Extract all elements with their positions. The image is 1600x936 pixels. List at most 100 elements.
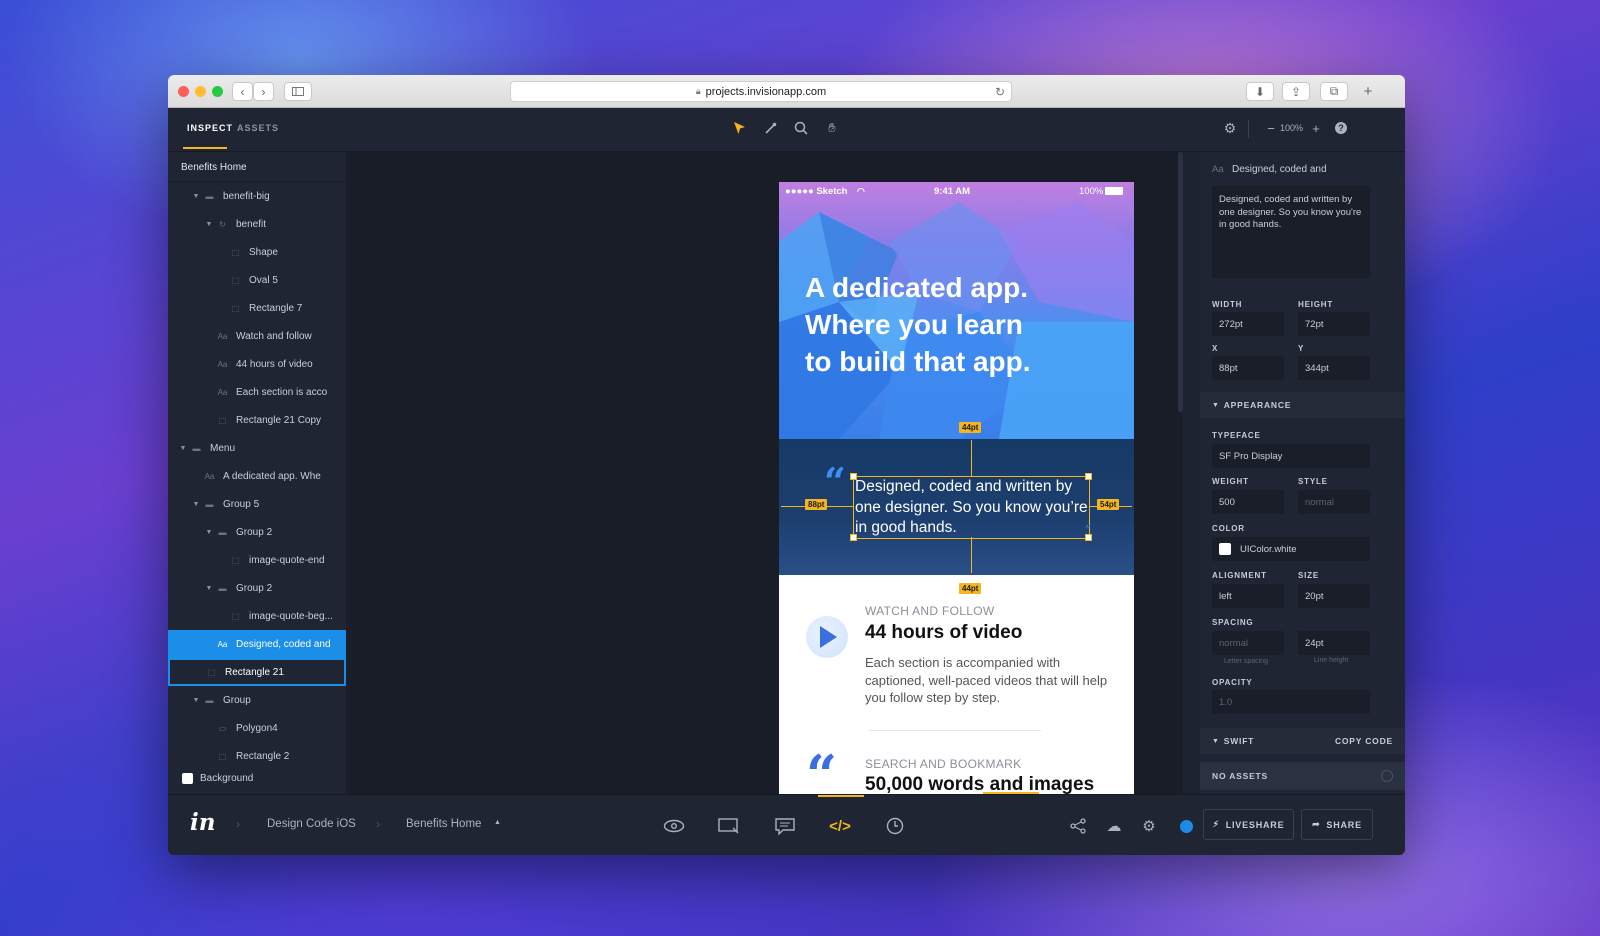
zoom-out-icon[interactable]: − [1261, 118, 1281, 138]
layers-root[interactable]: Benefits Home [168, 154, 346, 182]
text-content-box[interactable]: Designed, coded and written by one desig… [1212, 186, 1370, 278]
layer-item[interactable]: Aa Watch and follow [168, 322, 346, 350]
layer-label: Each section is acco [236, 386, 328, 398]
layer-item[interactable]: ⬚ Rectangle 21 Copy [168, 406, 346, 434]
hand-tool-icon[interactable]: ✋︎ [822, 118, 842, 138]
height-field[interactable]: 72pt [1298, 312, 1370, 336]
text-icon: Aa [217, 331, 228, 341]
measure-tag-right: 54pt [1097, 499, 1120, 510]
forward-icon[interactable]: › [253, 82, 274, 101]
layer-item[interactable]: Aa A dedicated app. Whe [168, 462, 346, 490]
chevron-up-icon[interactable]: ▲ [494, 819, 501, 826]
layer-item[interactable]: ▼ ▬ Group [168, 686, 346, 714]
eyedropper-tool-icon[interactable] [760, 118, 780, 138]
color-field[interactable]: UIColor.white [1212, 537, 1370, 561]
letter-spacing-field[interactable]: normal [1212, 631, 1284, 655]
appearance-section[interactable]: ▼ APPEARANCE [1200, 392, 1405, 418]
layer-item[interactable]: ⬚ Shape [168, 238, 346, 266]
layer-item[interactable]: ⬚ image-quote-beg... [168, 602, 346, 630]
layer-item[interactable]: ▼ ▬ Group 2 [168, 574, 346, 602]
layer-item[interactable]: ⬚ Rectangle 7 [168, 294, 346, 322]
layer-item[interactable]: ▼ ▬ Menu [168, 434, 346, 462]
layer-item[interactable]: ▼ ▬ Group 5 [168, 490, 346, 518]
chevron-down-icon[interactable]: ▼ [179, 445, 187, 452]
y-field[interactable]: 344pt [1298, 356, 1370, 380]
layer-item[interactable]: ⬚ Rectangle 21 [168, 658, 346, 686]
quote-block: “ Designed, coded and written by one des… [779, 439, 1134, 575]
layer-item[interactable]: ⬚ Oval 5 [168, 266, 346, 294]
text-icon: Aa [217, 359, 228, 369]
layer-item[interactable]: ▼ ↻ benefit [168, 210, 346, 238]
symbol-icon: ↻ [219, 219, 226, 229]
canvas-scrollbar[interactable] [1178, 152, 1183, 412]
chevron-down-icon[interactable]: ▼ [205, 585, 213, 592]
cloud-sync-icon[interactable]: ☁ [1103, 815, 1125, 837]
reload-icon[interactable]: ↻ [995, 85, 1005, 99]
layer-item[interactable]: Aa Each section is acco [168, 378, 346, 406]
tabs-overview-icon[interactable]: ⧉ [1320, 82, 1348, 101]
breadcrumb-screen[interactable]: Benefits Home [406, 818, 481, 830]
quote-text: Designed, coded and written by one desig… [855, 478, 1088, 536]
help-icon[interactable]: ? [1331, 118, 1351, 138]
address-bar[interactable]: 🔒︎ projects.invisionapp.com ↻ [510, 81, 1012, 102]
width-field[interactable]: 272pt [1212, 312, 1284, 336]
weight-field[interactable]: 500 [1212, 490, 1284, 514]
chevron-down-icon[interactable]: ▼ [192, 193, 200, 200]
copy-code-button[interactable]: COPY CODE [1335, 736, 1393, 746]
typeface-field[interactable]: SF Pro Display [1212, 444, 1370, 468]
x-field[interactable]: 88pt [1212, 356, 1284, 380]
liveshare-button[interactable]: ⚡︎ LIVESHARE [1203, 809, 1294, 840]
invision-logo[interactable]: in [190, 809, 215, 836]
settings-gear-icon[interactable]: ⚙ [1220, 118, 1240, 138]
swift-section[interactable]: ▼ SWIFT COPY CODE [1200, 728, 1405, 754]
search-tool-icon[interactable] [791, 118, 811, 138]
layer-item[interactable]: Aa 44 hours of video [168, 350, 346, 378]
line-height-field[interactable]: 24pt [1298, 631, 1370, 655]
layer-background[interactable]: Background [168, 764, 346, 792]
project-settings-icon[interactable]: ⚙ [1138, 815, 1160, 837]
preview-mode-icon[interactable] [663, 815, 685, 837]
tab-inspect[interactable]: INSPECT [187, 123, 233, 133]
inspect-mode-icon[interactable]: </> [829, 815, 851, 837]
new-tab-icon[interactable]: + [1358, 82, 1378, 101]
opacity-label: OPACITY [1212, 678, 1253, 687]
build-mode-icon[interactable] [718, 815, 740, 837]
layer-item[interactable]: ▼ ▬ Group 2 [168, 518, 346, 546]
chevron-down-icon[interactable]: ▼ [205, 529, 213, 536]
maximize-window-button[interactable] [212, 86, 223, 97]
lightning-icon: ⚡︎ [1212, 819, 1220, 829]
select-tool-icon[interactable] [729, 118, 749, 138]
alignment-field[interactable]: left [1212, 584, 1284, 608]
layer-item[interactable]: Aa Designed, coded and [168, 630, 346, 658]
chevron-down-icon[interactable]: ▼ [192, 501, 200, 508]
zoom-in-icon[interactable]: + [1306, 118, 1326, 138]
sidebar-toggle-icon[interactable] [284, 82, 312, 101]
style-field[interactable]: normal [1298, 490, 1370, 514]
minimize-window-button[interactable] [195, 86, 206, 97]
bottom-bar: in › Design Code iOS › Benefits Home ▲ <… [168, 794, 1405, 855]
size-field[interactable]: 20pt [1298, 584, 1370, 608]
layer-item[interactable]: ⬚ image-quote-end [168, 546, 346, 574]
no-assets-section: NO ASSETS [1200, 762, 1405, 790]
avatar[interactable] [1175, 815, 1197, 837]
info-icon[interactable] [1381, 770, 1393, 782]
layer-item[interactable]: ▼ ▬ benefit-big [168, 182, 346, 210]
play-button-icon [806, 616, 848, 658]
breadcrumb-project[interactable]: Design Code iOS [267, 818, 356, 830]
share-button[interactable]: ➦ SHARE [1301, 809, 1373, 840]
chevron-down-icon[interactable]: ▼ [205, 221, 213, 228]
layer-item[interactable]: ▭ Polygon4 [168, 714, 346, 742]
history-mode-icon[interactable] [884, 815, 906, 837]
share-sheet-icon[interactable]: ⇪ [1282, 82, 1310, 101]
close-window-button[interactable] [178, 86, 189, 97]
opacity-field[interactable]: 1.0 [1212, 690, 1370, 714]
comment-mode-icon[interactable] [774, 815, 796, 837]
share-nodes-icon[interactable] [1067, 815, 1089, 837]
measure-line-bottom [971, 537, 972, 573]
downloads-icon[interactable]: ⬇ [1246, 82, 1274, 101]
layer-label: Shape [249, 246, 278, 258]
back-icon[interactable]: ‹ [232, 82, 253, 101]
tab-assets[interactable]: ASSETS [237, 123, 279, 133]
breadcrumb-separator-icon: › [376, 817, 380, 831]
chevron-down-icon[interactable]: ▼ [192, 697, 200, 704]
